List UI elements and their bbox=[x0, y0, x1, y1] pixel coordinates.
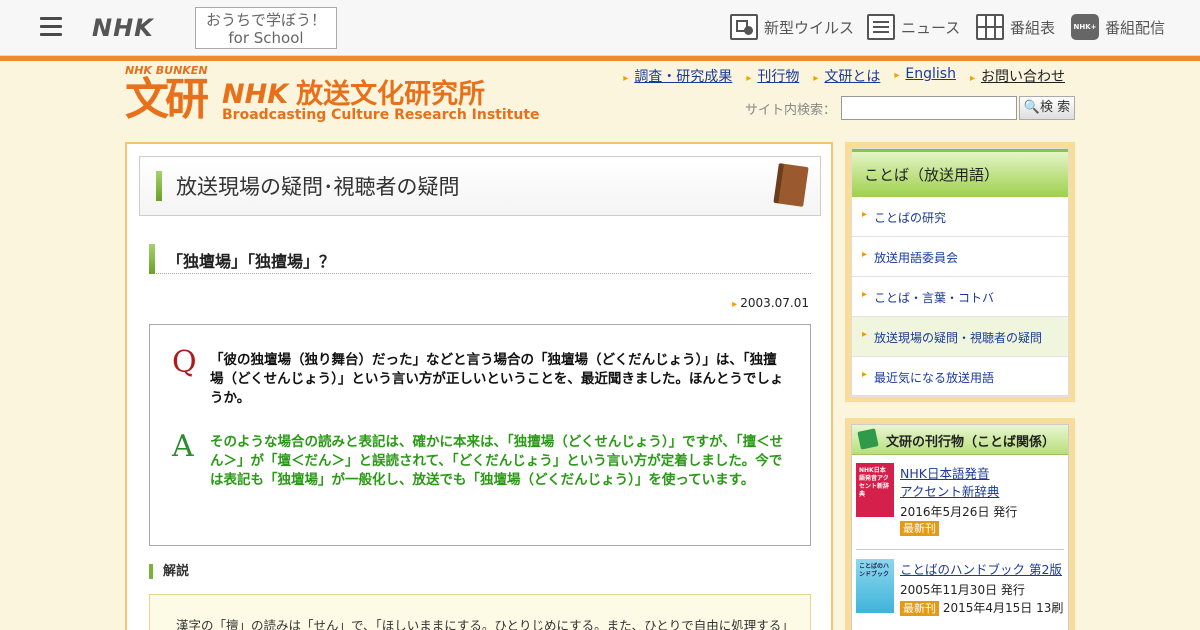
for-school-line2: for School bbox=[228, 29, 304, 47]
topnav-program-guide-label: 番組表 bbox=[1010, 18, 1056, 37]
publication-divider bbox=[856, 549, 1064, 550]
question-mark-icon: Q bbox=[172, 345, 197, 380]
header-link-about[interactable]: 文研とは bbox=[813, 66, 880, 86]
sidebar-heading[interactable]: ことば（放送用語） bbox=[852, 149, 1068, 197]
program-guide-icon bbox=[976, 14, 1004, 40]
site-title-english: Broadcasting Culture Research Institute bbox=[222, 107, 540, 123]
sidebar-item-kotoba-research[interactable]: ことばの研究 bbox=[852, 197, 1068, 237]
topnav-news[interactable]: ニュース bbox=[867, 14, 960, 40]
header-link-contact[interactable]: お問い合わせ bbox=[970, 66, 1065, 86]
virus-news-icon bbox=[730, 14, 758, 40]
publication-link[interactable]: ことばのハンドブック 第2版 bbox=[900, 561, 1070, 579]
topnav-streaming-label: 番組配信 bbox=[1105, 18, 1166, 37]
article-title-bar bbox=[149, 244, 155, 274]
header-link-research[interactable]: 調査・研究成果 bbox=[623, 66, 732, 86]
hamburger-menu-icon[interactable] bbox=[40, 17, 62, 37]
qa-box: Q 「彼の独壇場（独り舞台）だった」などと言う場合の「独壇場（どくだんじょう）」… bbox=[149, 324, 811, 546]
site-title[interactable]: NHK 放送文化研究所 bbox=[222, 72, 485, 111]
site-title-jp-text: 放送文化研究所 bbox=[296, 79, 486, 110]
search-label: サイト内検索： bbox=[745, 103, 837, 118]
section-header-bar bbox=[156, 171, 162, 201]
publications-heading: 文研の刊行物（ことば関係） bbox=[852, 425, 1068, 455]
question-text: 「彼の独壇場（独り舞台）だった」などと言う場合の「独壇場（どくだんじょう）」は、… bbox=[210, 352, 784, 406]
article-date: 2003.07.01 bbox=[732, 296, 809, 310]
topnav-program-guide[interactable]: 番組表 bbox=[976, 14, 1055, 40]
bunken-logo-kanji: 文研 bbox=[125, 74, 209, 125]
section-header: 放送現場の疑問･視聴者の疑問 bbox=[139, 156, 821, 216]
for-school-line1: おうちで学ぼう！ bbox=[205, 11, 326, 29]
header-link-english[interactable]: English bbox=[894, 66, 956, 86]
search-button-label: 検 索 bbox=[1040, 100, 1071, 115]
publication-date: 2005年11月30日 発行 bbox=[900, 583, 1025, 597]
publication-item: NHK日本語発音アクセント新辞典 NHK日本語発音 アクセント新辞典 2016年… bbox=[856, 463, 1066, 553]
search-input[interactable] bbox=[841, 96, 1017, 120]
sidebar-item-recent-terms[interactable]: 最近気になる放送用語 bbox=[852, 357, 1068, 397]
topnav-virus-label: 新型ウイルス bbox=[764, 18, 855, 37]
book-cover-image[interactable]: ことばのハンドブック bbox=[856, 559, 894, 613]
publication-title-line1: NHK日本語発音 bbox=[900, 466, 990, 481]
site-title-nhk: NHK bbox=[222, 79, 289, 110]
orange-divider bbox=[0, 56, 1200, 61]
bunken-logo[interactable]: NHK BUNKEN 文研 bbox=[125, 64, 215, 126]
publication-badge-row: 最新刊 bbox=[900, 521, 939, 536]
publication-link[interactable]: NHK日本語発音 アクセント新辞典 bbox=[900, 465, 1070, 501]
sidebar-kotoba: ことば（放送用語） ことばの研究 放送用語委員会 ことば・言葉・コトバ 放送現場… bbox=[845, 142, 1075, 402]
book-cover-text: NHK日本語発音アクセント新辞典 bbox=[859, 467, 890, 498]
publication-date: 2016年5月26日 発行 bbox=[900, 505, 1018, 519]
book-cover-text: ことばのハンドブック bbox=[859, 563, 890, 578]
new-badge: 最新刊 bbox=[900, 601, 939, 616]
search-button[interactable]: 🔍検 索 bbox=[1019, 96, 1075, 120]
main-content: 放送現場の疑問･視聴者の疑問 「独壇場」「独擅場」？ 2003.07.01 Q … bbox=[125, 142, 833, 630]
sidebar-heading-label: ことば（放送用語） bbox=[864, 166, 1000, 184]
news-icon bbox=[867, 14, 895, 40]
sidebar-kotoba-inner: ことば（放送用語） ことばの研究 放送用語委員会 ことば・言葉・コトバ 放送現場… bbox=[851, 148, 1069, 397]
explanation-text: 漢字の「擅」の読みは「せん」で、「ほしいままにする。ひとりじめにする。また、ひと… bbox=[176, 618, 786, 630]
explanation-heading: 解説 bbox=[149, 564, 189, 579]
book-cover-image[interactable]: NHK日本語発音アクセント新辞典 bbox=[856, 463, 894, 517]
publication-badge-row: 最新刊 2015年4月15日 13刷 bbox=[900, 599, 1063, 616]
sidebar-item-kotoba-kotoba[interactable]: ことば・言葉・コトバ bbox=[852, 277, 1068, 317]
section-title: 放送現場の疑問･視聴者の疑問 bbox=[176, 175, 460, 199]
header-link-publications[interactable]: 刊行物 bbox=[746, 66, 799, 86]
answer-mark-icon: A bbox=[172, 429, 194, 464]
nhk-logo[interactable]: NHK bbox=[92, 14, 154, 42]
article-title: 「独壇場」「独擅場」？ bbox=[167, 252, 336, 271]
topnav-streaming[interactable]: NHK+ 番組配信 bbox=[1071, 14, 1165, 40]
answer-text: そのような場合の読みと表記は、確かに本来は、「独擅場（どくせんじょう）」ですが、… bbox=[210, 434, 784, 488]
publication-item: ことばのハンドブック ことばのハンドブック 第2版 2005年11月30日 発行… bbox=[856, 559, 1066, 630]
book-icon bbox=[773, 163, 809, 207]
header-links: 調査・研究成果 刊行物 文研とは English お問い合わせ bbox=[609, 66, 1065, 86]
publications-heading-label: 文研の刊行物（ことば関係） bbox=[886, 435, 1056, 450]
explanation-box: 漢字の「擅」の読みは「せん」で、「ほしいままにする。ひとりじめにする。また、ひと… bbox=[149, 594, 811, 630]
for-school-button[interactable]: おうちで学ぼう！ for School bbox=[195, 7, 337, 49]
sidebar-publications-inner: 文研の刊行物（ことば関係） NHK日本語発音アクセント新辞典 NHK日本語発音 … bbox=[851, 424, 1069, 630]
publication-title-line2: アクセント新辞典 bbox=[900, 484, 1000, 499]
topnav-virus[interactable]: 新型ウイルス bbox=[730, 14, 854, 40]
new-badge: 最新刊 bbox=[900, 521, 939, 536]
sidebar-publications: 文研の刊行物（ことば関係） NHK日本語発音アクセント新辞典 NHK日本語発音 … bbox=[845, 418, 1075, 630]
nhk-plus-icon: NHK+ bbox=[1071, 14, 1099, 40]
nhk-top-bar: NHK おうちで学ぼう！ for School 新型ウイルス ニュース 番組表 … bbox=[0, 0, 1200, 56]
publication-reprint: 2015年4月15日 13刷 bbox=[942, 601, 1064, 615]
sidebar-item-questions[interactable]: 放送現場の疑問・視聴者の疑問 bbox=[852, 317, 1068, 357]
green-book-icon bbox=[857, 428, 879, 450]
article-title-row: 「独壇場」「独擅場」？ bbox=[149, 244, 811, 274]
sidebar-item-committee[interactable]: 放送用語委員会 bbox=[852, 237, 1068, 277]
topnav-news-label: ニュース bbox=[901, 18, 961, 37]
